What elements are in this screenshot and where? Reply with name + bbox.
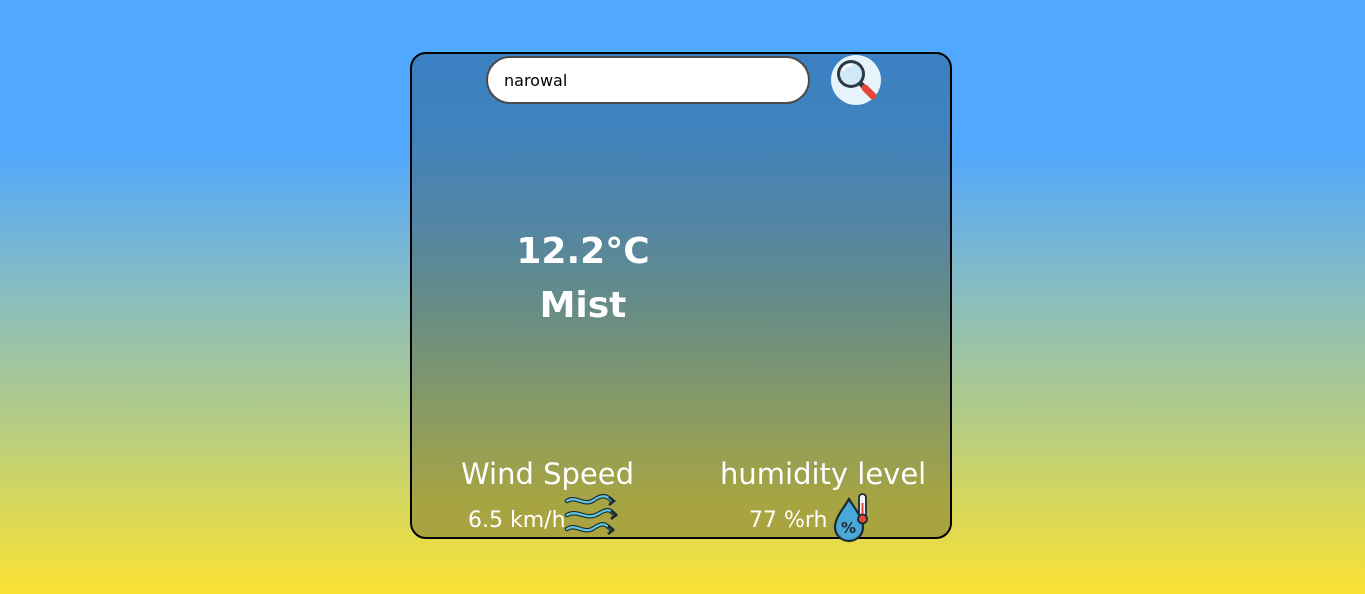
weather-card: 12.2°C Mist Wind Speed 6.5 km/h humidity…: [410, 52, 952, 543]
wind-icon: [564, 493, 619, 543]
svg-text:%: %: [841, 519, 856, 537]
weather-condition: Mist: [539, 285, 627, 326]
temperature-value: 12.2°C: [516, 231, 650, 272]
wind-speed-value: 6.5 km/h: [468, 508, 566, 533]
wind-speed-label: Wind Speed: [461, 457, 635, 491]
magnifier-icon: [837, 60, 877, 100]
city-search-input[interactable]: [486, 56, 810, 104]
humidity-drop-icon: %: [832, 491, 872, 547]
humidity-value: 77 %rh: [749, 508, 828, 533]
humidity-label: humidity level: [720, 457, 927, 491]
search-button[interactable]: [831, 55, 881, 105]
